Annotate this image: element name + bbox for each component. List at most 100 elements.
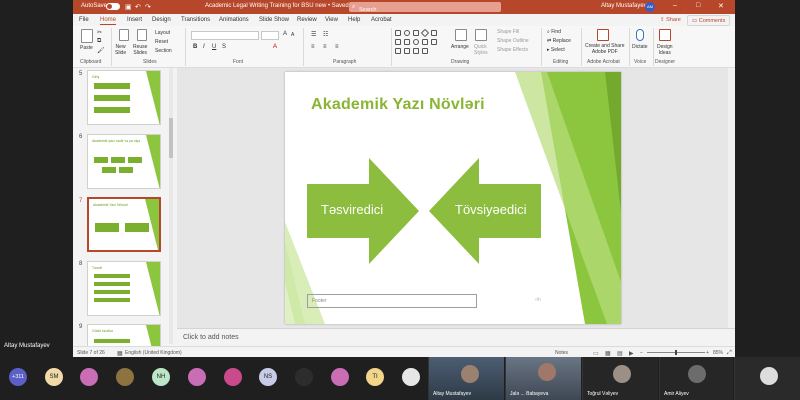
- participant-avatar[interactable]: [80, 368, 98, 386]
- shapes-gallery[interactable]: [395, 28, 445, 56]
- slide-thumbnail-8[interactable]: Təsviri: [87, 261, 161, 316]
- zoom-level[interactable]: 85%: [713, 350, 723, 356]
- layout-button[interactable]: Layout: [155, 30, 170, 36]
- tab-insert[interactable]: Insert: [127, 17, 142, 23]
- paste-label[interactable]: Paste: [80, 45, 93, 51]
- reuse-slides-button[interactable]: Reuse Slides: [133, 44, 147, 56]
- format-painter-icon[interactable]: 🖌: [97, 47, 105, 54]
- close-icon[interactable]: ✕: [718, 2, 724, 10]
- underline-icon[interactable]: U: [212, 44, 216, 50]
- paste-icon[interactable]: [81, 29, 93, 43]
- zoom-out-icon[interactable]: –: [640, 350, 643, 356]
- quick-styles-button[interactable]: Quick Styles: [474, 44, 488, 56]
- section-button[interactable]: Section: [155, 48, 172, 54]
- current-slide[interactable]: Akademik Yazı Növləri Təsviredici Tövsiy…: [285, 72, 621, 324]
- participant-avatar[interactable]: [402, 368, 420, 386]
- tab-design[interactable]: Design: [152, 17, 171, 23]
- dictate-button[interactable]: Dictate: [632, 44, 648, 50]
- find-button[interactable]: ⌕ Find: [547, 29, 561, 35]
- bullets-icon[interactable]: ☰: [311, 31, 316, 38]
- slide-thumbnail-7[interactable]: Akademik Yazı Növləri: [87, 197, 161, 252]
- slide-sorter-icon[interactable]: ▦: [605, 350, 611, 357]
- maximize-icon[interactable]: □: [696, 2, 700, 9]
- normal-view-icon[interactable]: ▭: [593, 350, 599, 357]
- shape-effects-button[interactable]: Shape Effects: [497, 47, 528, 53]
- participant-avatar[interactable]: NS: [259, 368, 277, 386]
- participant-avatar[interactable]: [331, 368, 349, 386]
- scrollbar-thumb[interactable]: [169, 118, 173, 158]
- slideshow-icon[interactable]: ▶: [629, 350, 634, 357]
- replace-button[interactable]: ⇄ Replace: [547, 38, 571, 44]
- shadow-icon[interactable]: S: [222, 44, 226, 50]
- tab-review[interactable]: Review: [297, 17, 317, 23]
- zoom-in-icon[interactable]: +: [706, 350, 709, 356]
- slide-title[interactable]: Akademik Yazı Növləri: [311, 96, 485, 114]
- font-color-icon[interactable]: A: [273, 44, 277, 50]
- create-share-pdf-button[interactable]: Create and Share Adobe PDF: [585, 43, 624, 55]
- participant-video-tile[interactable]: Altay Mustafayev: [428, 357, 504, 400]
- tab-transitions[interactable]: Transitions: [181, 17, 210, 23]
- bold-icon[interactable]: B: [193, 44, 197, 50]
- user-avatar[interactable]: AM: [645, 2, 655, 12]
- tab-file[interactable]: File: [79, 17, 89, 23]
- participant-avatar[interactable]: TI: [366, 368, 384, 386]
- notes-pane[interactable]: Click to add notes: [177, 328, 735, 346]
- share-button[interactable]: ⇪ Share: [656, 15, 685, 26]
- slide-thumbnail-6[interactable]: Akademik yazı nədir və ya niyə: [87, 134, 161, 189]
- undo-icon[interactable]: ↶: [135, 3, 141, 11]
- grow-font-icon[interactable]: A: [283, 31, 287, 37]
- new-slide-icon[interactable]: [119, 29, 129, 41]
- participant-tile[interactable]: [734, 357, 800, 400]
- tab-view[interactable]: View: [325, 17, 338, 23]
- participant-tile[interactable]: Toğrul Vəliyev: [582, 357, 658, 400]
- italic-icon[interactable]: I: [203, 44, 205, 50]
- fit-to-window-icon[interactable]: ⤢: [727, 350, 732, 357]
- accessibility-icon[interactable]: ▦: [117, 350, 123, 357]
- participant-avatar[interactable]: NH: [152, 368, 170, 386]
- comments-button[interactable]: ▭ Comments: [687, 15, 731, 26]
- reading-view-icon[interactable]: ▤: [617, 350, 623, 357]
- participant-video-tile[interactable]: Jalə ... Babayeva: [505, 357, 581, 400]
- reset-button[interactable]: Reset: [155, 39, 168, 45]
- left-arrow-label[interactable]: Təsviredici: [321, 202, 383, 217]
- autosave-toggle[interactable]: [106, 3, 120, 10]
- arrange-button[interactable]: Arrange: [451, 44, 469, 50]
- quick-styles-icon[interactable]: [475, 29, 487, 41]
- shrink-font-icon[interactable]: A: [291, 32, 294, 38]
- font-size-select[interactable]: [261, 31, 279, 40]
- arrange-icon[interactable]: [455, 29, 467, 41]
- right-arrow-label[interactable]: Tövsiyəedici: [455, 202, 527, 217]
- align-center-icon[interactable]: ≡: [323, 44, 327, 50]
- participant-avatar[interactable]: [188, 368, 206, 386]
- zoom-slider-thumb[interactable]: [675, 350, 677, 355]
- participant-avatar[interactable]: SM: [45, 368, 63, 386]
- tab-slide-show[interactable]: Slide Show: [259, 17, 289, 23]
- participant-avatar[interactable]: [116, 368, 134, 386]
- notes-toggle[interactable]: Notes: [555, 350, 568, 356]
- align-left-icon[interactable]: ≡: [311, 44, 315, 50]
- numbering-icon[interactable]: ☷: [323, 31, 328, 38]
- font-family-select[interactable]: [191, 31, 259, 40]
- shape-fill-button[interactable]: Shape Fill: [497, 29, 519, 35]
- tab-acrobat[interactable]: Acrobat: [371, 17, 392, 23]
- select-button[interactable]: ▸ Select: [547, 47, 565, 53]
- shape-outline-button[interactable]: Shape Outline: [497, 38, 529, 44]
- align-right-icon[interactable]: ≡: [335, 44, 339, 50]
- design-ideas-button[interactable]: Design Ideas: [657, 44, 673, 56]
- participant-tile[interactable]: Amir Aliyev: [659, 357, 733, 400]
- footer-placeholder[interactable]: Footer: [307, 294, 477, 308]
- design-ideas-icon[interactable]: [659, 29, 671, 41]
- microphone-icon[interactable]: [636, 29, 644, 41]
- participant-avatar[interactable]: [295, 368, 313, 386]
- reuse-slides-icon[interactable]: [137, 29, 147, 41]
- editor-scrollbar[interactable]: [728, 68, 735, 328]
- copy-icon[interactable]: ⧉: [97, 38, 101, 45]
- slide-thumbnail-5[interactable]: Giriş: [87, 70, 161, 125]
- tab-help[interactable]: Help: [348, 17, 360, 23]
- participant-overflow-count[interactable]: +311: [9, 368, 27, 386]
- save-icon[interactable]: ▣: [125, 3, 132, 11]
- redo-icon[interactable]: ↷: [145, 3, 151, 11]
- language-status[interactable]: English (United Kingdom): [125, 350, 182, 356]
- thumbnail-scrollbar[interactable]: [169, 68, 173, 344]
- tab-home[interactable]: Home: [100, 17, 117, 25]
